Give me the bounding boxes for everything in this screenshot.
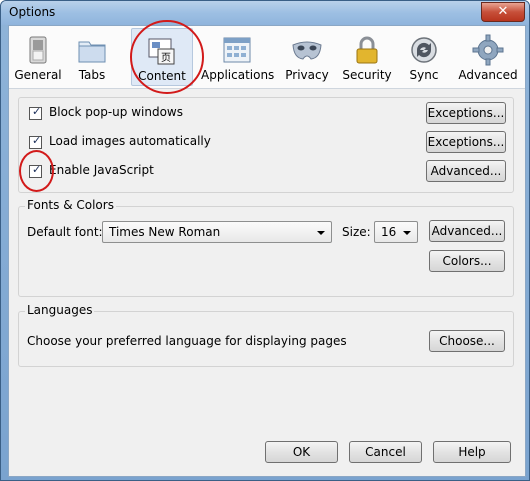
switch-icon [29,36,47,64]
title-bar[interactable]: Options ✕ [1,1,529,25]
tab-label: Applications [201,68,275,82]
folder-tabs-icon [78,41,106,63]
javascript-advanced-button[interactable]: Advanced... [426,160,506,182]
close-button[interactable]: ✕ [481,2,525,22]
default-font-select[interactable]: Times New Roman [102,221,332,243]
dialog-client: General Tabs 页 Content Applications Priv… [8,25,526,477]
fonts-colors-group: Fonts & Colors Default font: Times New R… [18,198,514,297]
font-size-select[interactable]: 16 [374,221,418,243]
content-page-icon: 页 [148,38,175,65]
load-images-label: Load images automatically [49,134,211,148]
tab-sync[interactable]: Sync [399,28,449,86]
sync-icon [411,37,437,63]
popup-exceptions-button[interactable]: Exceptions... [426,102,506,124]
tab-content[interactable]: 页 Content [131,28,193,86]
tab-label: Content [138,69,186,83]
content-panel: ✓ Block pop-up windows Exceptions... ✓ L… [9,89,525,476]
size-label: Size: [342,225,371,239]
default-font-label: Default font: [27,225,103,239]
tab-label: Advanced [458,68,518,82]
tab-label: General [14,68,62,82]
window-title: Options [9,5,56,19]
tab-security[interactable]: Security [341,28,393,86]
images-exceptions-button[interactable]: Exceptions... [426,131,506,153]
enable-javascript-label: Enable JavaScript [49,163,154,177]
font-size-value: 16 [381,225,397,239]
languages-heading: Languages [25,303,95,317]
mask-icon [292,41,322,60]
tab-general[interactable]: General [13,28,63,86]
dropdown-arrow-icon [403,231,411,235]
languages-description: Choose your preferred language for displ… [27,334,347,348]
applications-icon [223,37,251,63]
help-button[interactable]: Help [433,441,511,463]
padlock-icon [356,36,378,64]
tab-tabs[interactable]: Tabs [67,28,117,86]
tab-label: Security [342,68,392,82]
default-font-value: Times New Roman [109,225,221,239]
cancel-button[interactable]: Cancel [349,441,422,463]
tab-label: Sync [409,68,439,82]
tab-privacy[interactable]: Privacy [281,28,333,86]
tab-applications[interactable]: Applications [201,28,275,86]
colors-button[interactable]: Colors... [429,250,505,272]
fonts-colors-heading: Fonts & Colors [25,198,116,212]
ok-button[interactable]: OK [265,441,338,463]
category-toolbar: General Tabs 页 Content Applications Priv… [9,26,525,89]
load-images-checkbox[interactable]: ✓ [29,134,42,149]
gear-icon [472,34,504,66]
fonts-advanced-button[interactable]: Advanced... [429,220,505,242]
svg-text:页: 页 [161,52,171,64]
options-window: Options ✕ General Tabs 页 Content Applica… [0,0,530,481]
content-options-group: ✓ Block pop-up windows Exceptions... ✓ L… [18,97,514,193]
tab-label: Privacy [285,68,329,82]
choose-language-button[interactable]: Choose... [429,330,505,352]
tab-label: Tabs [78,68,106,82]
tab-advanced[interactable]: Advanced [455,28,521,86]
dropdown-arrow-icon [317,231,325,235]
block-popups-checkbox[interactable]: ✓ [29,105,42,120]
enable-javascript-checkbox[interactable]: ✓ [29,163,42,178]
block-popups-label: Block pop-up windows [49,105,183,119]
languages-group: Languages Choose your preferred language… [18,303,514,367]
